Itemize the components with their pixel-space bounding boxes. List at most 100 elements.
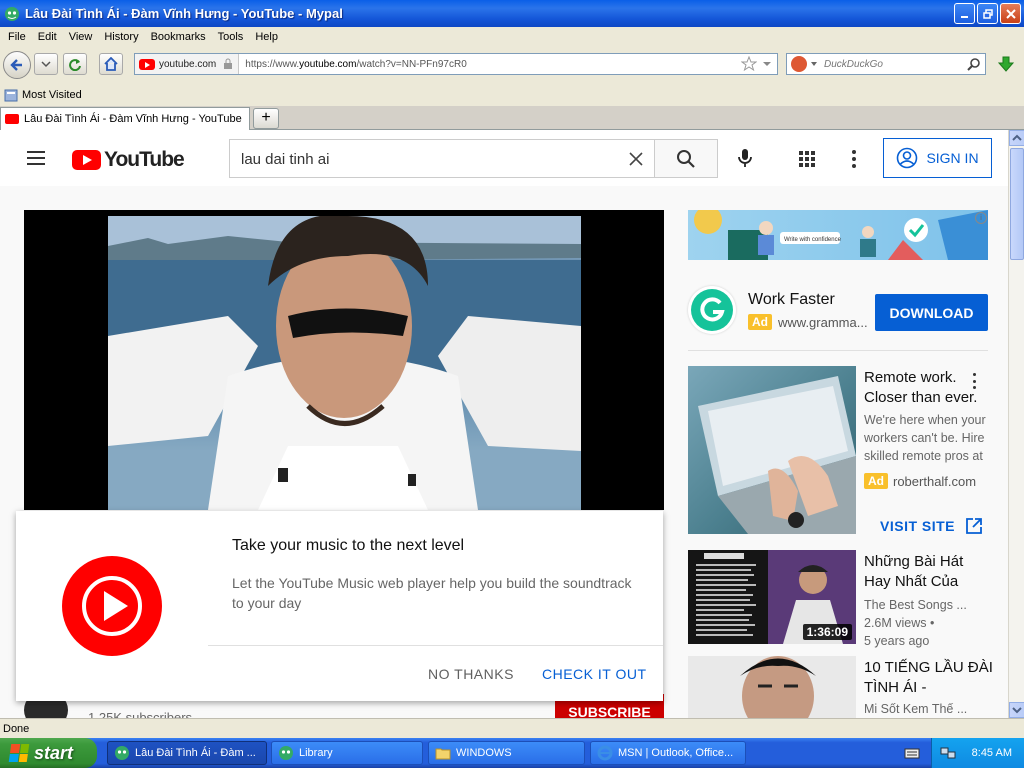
video-frame [108,216,581,510]
menu-tools[interactable]: Tools [212,31,250,43]
tab-youtube[interactable]: Lâu Đài Tình Ái - Đàm Vĩnh Hưng - YouTub… [0,107,250,130]
video-channel[interactable]: The Best Songs ... [864,596,967,614]
forward-button[interactable] [34,53,58,75]
youtube-search-button[interactable] [654,139,718,178]
video-views: 2.6M views • [864,616,935,630]
close-icon [1005,8,1016,19]
video-player[interactable] [24,210,664,510]
reload-icon [69,59,81,71]
ad-description: We're here when your workers can't be. H… [864,413,986,463]
close-button[interactable] [1000,3,1021,24]
ad-info-icon[interactable]: i [975,212,987,224]
restore-button[interactable] [977,3,998,24]
vertical-scrollbar[interactable] [1008,130,1024,718]
minimize-button[interactable] [954,3,975,24]
clear-search-icon[interactable] [628,151,644,167]
clock[interactable]: 8:45 AM [972,747,1012,759]
url-domain: youtube.com [299,58,357,70]
windows-logo-icon [8,744,30,762]
reload-button[interactable] [63,53,87,75]
window-title: Lâu Đài Tình Ái - Đàm Vĩnh Hưng - YouTub… [25,6,343,21]
home-icon [104,57,118,71]
menu-bookmarks[interactable]: Bookmarks [145,31,212,43]
scroll-down-button[interactable] [1009,702,1024,718]
ad-title[interactable]: Remote work. Closer than ever. [864,368,1004,408]
banner-ad[interactable]: Write with confidence [688,210,988,260]
sign-in-button[interactable]: SIGN IN [883,138,992,178]
search-bar[interactable] [786,53,986,75]
chevron-down-icon[interactable] [761,58,773,70]
menu-file[interactable]: File [2,31,32,43]
video-thumbnail[interactable]: 1:36:09 [688,550,856,644]
video-age: 5 years ago [864,634,930,648]
laptop-image [698,376,856,534]
start-button[interactable]: start [0,738,97,768]
menu-bar: File Edit View History Bookmarks Tools H… [0,27,1024,46]
ad-title[interactable]: Work Faster [748,291,835,309]
network-icon[interactable] [940,745,956,761]
visit-site-button[interactable]: VISIT SITE [880,517,983,535]
site-identity[interactable]: youtube.com [135,54,240,74]
taskbar-item-msn[interactable]: MSN | Outlook, Office... [590,741,746,765]
system-tray: 8:45 AM [931,738,1024,768]
search-icon[interactable] [967,57,981,71]
taskbar-item-label: Library [299,747,333,759]
most-visited-bookmark[interactable]: Most Visited [22,89,82,101]
mypal-app-icon [279,746,293,760]
grammarly-logo[interactable] [688,286,736,334]
taskbar: start Lâu Đài Tình Ái - Đàm ... Library … [0,738,1024,768]
youtube-search-box[interactable] [229,139,655,178]
search-engine-dropdown-icon[interactable] [810,60,818,68]
folder-icon [435,748,451,760]
menu-view[interactable]: View [63,31,99,43]
scrollbar-thumb[interactable] [1010,148,1024,260]
new-tab-button[interactable]: + [253,108,279,129]
mypal-app-icon [5,6,19,21]
menu-history[interactable]: History [98,31,144,43]
external-link-icon [966,518,982,534]
youtube-search-input[interactable] [241,149,621,169]
taskbar-item-label: Lâu Đài Tình Ái - Đàm ... [135,747,256,759]
window-title-bar[interactable]: Lâu Đài Tình Ái - Đàm Vĩnh Hưng - YouTub… [0,0,1024,27]
youtube-music-logo-icon [62,556,162,656]
duckduckgo-icon[interactable] [791,56,807,72]
youtube-favicon-icon [5,114,19,124]
video-still-image [108,216,581,510]
voice-search-button[interactable] [733,146,757,170]
apps-grid-icon[interactable] [796,148,818,170]
video-title[interactable]: 10 TIẾNG LẦU ĐÀI TÌNH ÁI - [864,658,994,698]
taskbar-item-browser[interactable]: Lâu Đài Tình Ái - Đàm ... [107,741,267,765]
search-input[interactable] [824,58,964,70]
url-text[interactable]: https://www.youtube.com/watch?v=NN-PFn97… [239,59,741,70]
plus-icon: + [261,109,271,126]
video-thumbnail[interactable] [688,656,856,718]
video-meta: The Best Songs ... 2.6M views • 5 years … [864,596,967,650]
keyboard-icon[interactable] [904,746,920,760]
download-button[interactable] [993,53,1019,75]
video-title[interactable]: Những Bài Hát Hay Nhất Của [864,552,994,592]
menu-hamburger-icon[interactable] [27,151,45,165]
video-channel[interactable]: Mi Sốt Kem Thế ... [864,702,967,716]
url-bar[interactable]: youtube.com https://www.youtube.com/watc… [134,53,778,75]
ad-download-button[interactable]: DOWNLOAD [875,294,988,331]
download-arrow-icon [997,56,1015,72]
restore-icon [982,8,993,19]
scroll-up-button[interactable] [1009,130,1024,146]
back-button[interactable] [3,51,31,79]
url-path: /watch?v=NN-PFn97cR0 [356,58,467,70]
scroll-up-icon [1012,134,1022,141]
youtube-header: YouTube SIGN IN [0,130,1008,186]
home-button[interactable] [99,53,123,75]
check-it-out-button[interactable]: CHECK IT OUT [542,666,647,682]
more-options-icon[interactable] [846,148,862,170]
youtube-logo[interactable]: YouTube [72,148,185,172]
taskbar-item-library[interactable]: Library [271,741,423,765]
taskbar-item-windows-folder[interactable]: WINDOWS [428,741,585,765]
menu-edit[interactable]: Edit [32,31,63,43]
more-options-icon[interactable] [973,373,979,389]
menu-help[interactable]: Help [249,31,284,43]
page-content: YouTube SIGN IN [0,130,1008,718]
no-thanks-button[interactable]: NO THANKS [428,666,514,682]
roberthalf-ad-thumbnail[interactable] [688,366,856,534]
bookmark-star-icon[interactable] [741,56,757,72]
